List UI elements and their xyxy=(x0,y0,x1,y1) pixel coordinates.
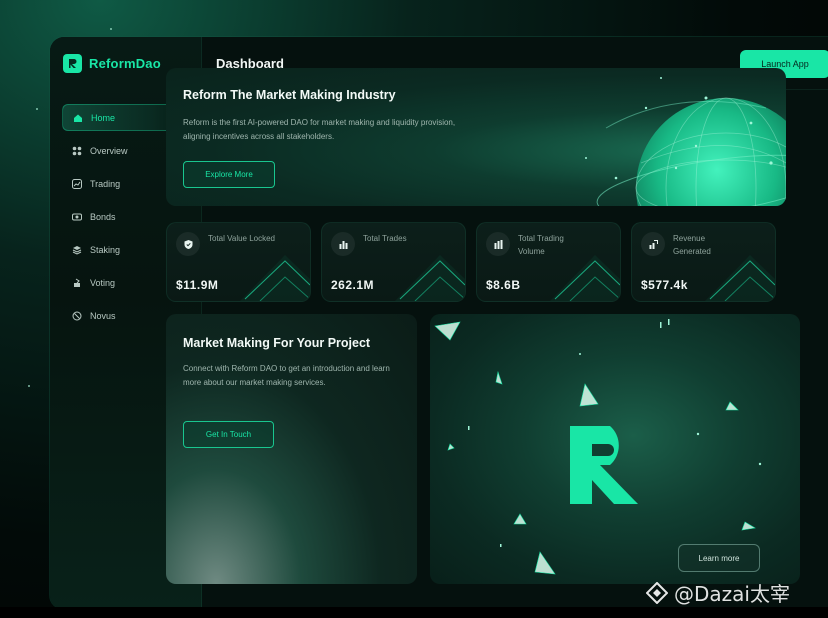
hero-title: Reform The Market Making Industry xyxy=(183,88,396,102)
watermark-text: @Dazai太宰 xyxy=(674,582,790,606)
get-in-touch-button[interactable]: Get In Touch xyxy=(183,421,274,448)
star-decoration xyxy=(28,385,30,387)
novus-icon xyxy=(72,311,82,321)
sidebar-item-label: Overview xyxy=(90,145,128,156)
stat-value: $577.4k xyxy=(641,278,688,292)
market-making-title: Market Making For Your Project xyxy=(183,336,371,350)
trading-icon xyxy=(72,178,82,189)
market-making-description: Connect with Reform DAO to get an introd… xyxy=(183,364,390,387)
stat-decoration xyxy=(705,255,775,301)
market-making-card: Market Making For Your Project Connect w… xyxy=(166,314,417,584)
stat-card-revenue: Revenue Generated $577.4k xyxy=(631,222,776,302)
trades-icon xyxy=(331,232,355,256)
learn-more-button[interactable]: Learn more xyxy=(678,544,760,572)
stat-label: Total Trades xyxy=(363,234,407,243)
stats-row: Total Value Locked $11.9M Total Trades 2… xyxy=(166,222,786,302)
shield-icon xyxy=(176,232,200,256)
stat-card-trades: Total Trades 262.1M xyxy=(321,222,466,302)
sidebar-item-label: Home xyxy=(91,112,116,123)
watermark: @Dazai太宰 xyxy=(646,578,790,607)
sidebar-item-label: Voting xyxy=(90,277,116,288)
sidebar-item-label: Staking xyxy=(90,244,121,255)
stat-value: 262.1M xyxy=(331,278,375,292)
sidebar-item-label: Trading xyxy=(90,178,121,189)
stat-card-volume: Total Trading Volume $8.6B xyxy=(476,222,621,302)
revenue-icon xyxy=(641,232,665,256)
logo-icon xyxy=(63,54,82,73)
hero-description: Reform is the first AI-powered DAO for m… xyxy=(183,118,456,141)
brand-logo[interactable]: ReformDao xyxy=(63,54,161,73)
home-icon xyxy=(73,113,83,123)
stat-card-tvl: Total Value Locked $11.9M xyxy=(166,222,311,302)
brand-artwork-card: Learn more xyxy=(430,314,800,584)
bonds-icon xyxy=(72,212,82,222)
stack-icon xyxy=(72,245,82,255)
diamond-logo-icon xyxy=(646,581,668,604)
sidebar-item-label: Novus xyxy=(90,310,116,321)
bar-chart-icon xyxy=(486,232,510,256)
sidebar-item-label: Bonds xyxy=(90,211,116,222)
stat-decoration xyxy=(240,255,310,301)
vote-icon xyxy=(72,278,82,288)
stat-value: $11.9M xyxy=(176,278,219,292)
star-decoration xyxy=(36,108,38,110)
star-decoration xyxy=(110,28,112,30)
stat-decoration xyxy=(395,255,465,301)
brand-name: ReformDao xyxy=(89,56,161,71)
stat-label: Total Value Locked xyxy=(208,234,276,243)
hero-banner: Reform The Market Making Industry Reform… xyxy=(166,68,786,206)
stat-decoration xyxy=(550,255,620,301)
grid-icon xyxy=(72,146,82,156)
globe-illustration xyxy=(585,77,786,206)
explore-more-button[interactable]: Explore More xyxy=(183,161,275,188)
stat-value: $8.6B xyxy=(486,278,521,292)
bottom-bar xyxy=(0,607,828,618)
